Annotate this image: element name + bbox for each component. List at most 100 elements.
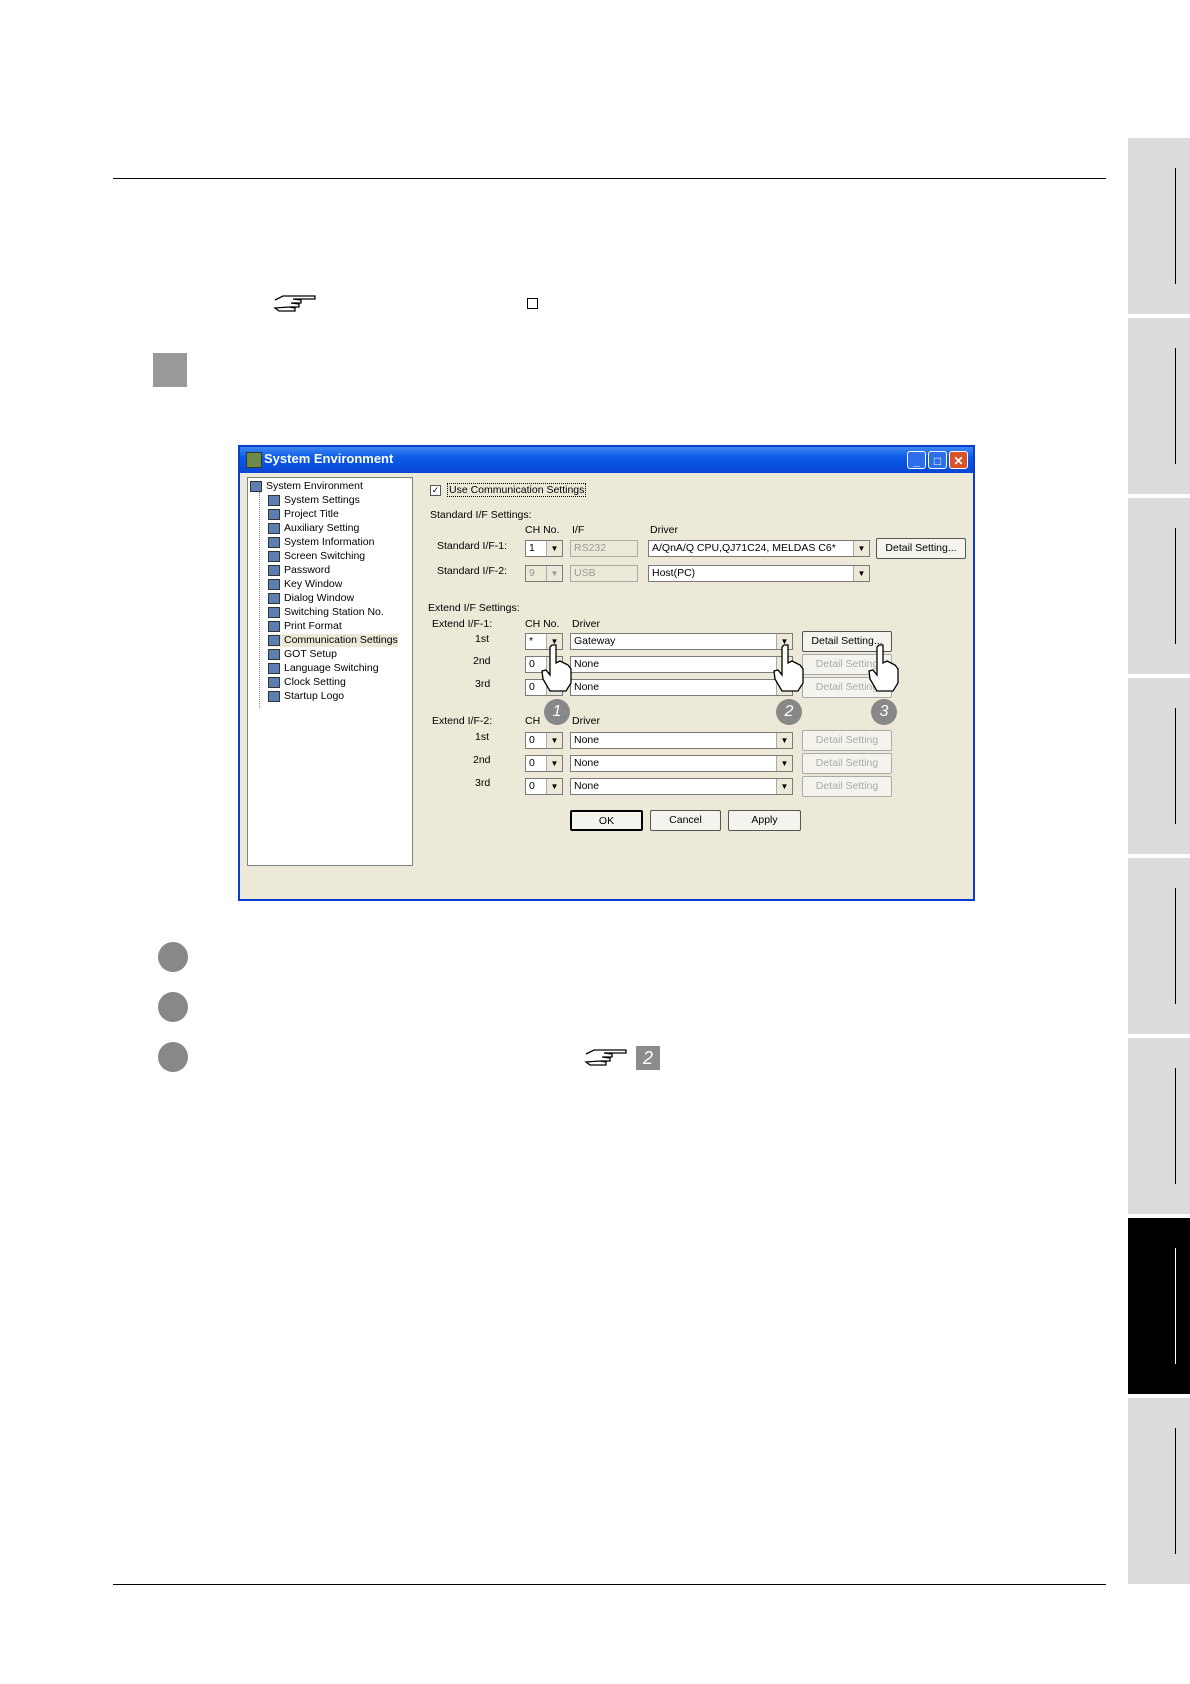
minimize-button[interactable]: _ (907, 451, 926, 469)
tree-item-communication-settings[interactable]: Communication Settings (268, 634, 398, 647)
page-ref-badge[interactable]: 2 (636, 1046, 660, 1070)
ext2-row3-ch-select[interactable]: 0 ▼ (525, 778, 563, 795)
ext2-row1-ch-select[interactable]: 0 ▼ (525, 732, 563, 749)
list-marker-1 (158, 942, 188, 972)
auxiliary-setting-icon (268, 522, 280, 534)
index-tab-2[interactable] (1128, 318, 1190, 494)
index-tab-4[interactable] (1128, 678, 1190, 854)
dropdown-arrow-icon: ▼ (776, 756, 792, 771)
dropdown-arrow-icon: ▼ (776, 779, 792, 794)
step-marker (153, 353, 187, 387)
std1-ch-select[interactable]: 1 ▼ (525, 540, 563, 557)
index-tab-1[interactable] (1128, 138, 1190, 314)
ext2-row2-driver-select[interactable]: None ▼ (570, 755, 793, 772)
dropdown-arrow-icon: ▼ (546, 733, 562, 748)
std1-label: Standard I/F-1: (437, 540, 508, 552)
index-tab-5[interactable] (1128, 858, 1190, 1034)
tree-item-screen-switching[interactable]: Screen Switching (268, 550, 365, 563)
header-rule (113, 178, 1106, 179)
tree-item-auxiliary-setting[interactable]: Auxiliary Setting (268, 522, 359, 535)
clock-icon (268, 676, 280, 688)
ext2-row1-driver-select[interactable]: None ▼ (570, 732, 793, 749)
std1-driver-select[interactable]: A/QnA/Q CPU,QJ71C24, MELDAS C6* ▼ (648, 540, 870, 557)
system-environment-window: System Environment _ □ ✕ System Environm… (238, 445, 975, 901)
tree-item-startup-logo[interactable]: Startup Logo (268, 690, 344, 703)
tree-item-project-title[interactable]: Project Title (268, 508, 339, 521)
ext2-label: Extend I/F-2: (432, 715, 493, 727)
use-comm-checkbox[interactable]: ✓ (430, 485, 441, 496)
ext2-row3-pos: 3rd (475, 777, 491, 789)
std2-ch-select: 9 ▼ (525, 565, 563, 582)
tree-item-system-settings[interactable]: System Settings (268, 494, 360, 507)
ext1-row1-driver-select[interactable]: Gateway ▼ (570, 633, 793, 650)
ext1-col-chno: CH No. (525, 618, 560, 630)
ext2-col-driver: Driver (572, 715, 600, 727)
index-tab-3[interactable] (1128, 498, 1190, 674)
col-if: I/F (572, 524, 585, 536)
ext1-col-driver: Driver (572, 618, 600, 630)
dropdown-arrow-icon: ▼ (776, 733, 792, 748)
dropdown-arrow-icon: ▼ (853, 566, 869, 581)
section-box-icon (527, 298, 538, 309)
info-icon (268, 536, 280, 548)
apply-button[interactable]: Apply (728, 810, 801, 831)
std1-if-field: RS232 (570, 540, 638, 557)
tree-item-dialog-window[interactable]: Dialog Window (268, 592, 354, 605)
tree-item-system-information[interactable]: System Information (268, 536, 374, 549)
ext2-row2-detail-button: Detail Setting (802, 753, 892, 774)
index-tab-6[interactable] (1128, 1038, 1190, 1214)
screen-switching-icon (268, 550, 280, 562)
callout-2: 2 (776, 699, 802, 725)
use-comm-label[interactable]: Use Communication Settings (447, 483, 587, 497)
print-icon (268, 620, 280, 632)
tree-item-clock-setting[interactable]: Clock Setting (268, 676, 346, 689)
app-icon (246, 452, 262, 468)
settings-tree[interactable]: System Environment System Settings Proje… (247, 477, 413, 866)
ext1-row3-pos: 3rd (475, 678, 491, 690)
std2-driver-select[interactable]: Host(PC) ▼ (648, 565, 870, 582)
close-button[interactable]: ✕ (949, 451, 968, 469)
dropdown-arrow-icon: ▼ (546, 541, 562, 556)
extend-heading: Extend I/F Settings: (428, 602, 520, 614)
ext2-row3-driver-select[interactable]: None ▼ (570, 778, 793, 795)
ext1-label: Extend I/F-1: (432, 618, 493, 630)
ext2-col-chno: CH (525, 715, 541, 727)
system-settings-icon (268, 494, 280, 506)
key-window-icon (268, 578, 280, 590)
pointing-hand-icon (273, 295, 316, 312)
maximize-button[interactable]: □ (928, 451, 947, 469)
password-icon (268, 564, 280, 576)
communication-icon (268, 634, 280, 646)
std1-detail-button[interactable]: Detail Setting... (876, 538, 966, 559)
ext2-row2-pos: 2nd (473, 754, 491, 766)
callout-3: 3 (871, 699, 897, 725)
ext1-row2-driver-select[interactable]: None▼ (570, 656, 793, 673)
ext2-row2-ch-select[interactable]: 0 ▼ (525, 755, 563, 772)
tree-item-switching-station[interactable]: Switching Station No. (268, 606, 384, 619)
list-marker-2 (158, 992, 188, 1022)
tree-item-key-window[interactable]: Key Window (268, 578, 342, 591)
pointing-hand-icon (584, 1049, 627, 1066)
dropdown-arrow-icon: ▼ (546, 779, 562, 794)
index-tab-7-active[interactable] (1128, 1218, 1190, 1394)
list-marker-3 (158, 1042, 188, 1072)
dropdown-arrow-icon: ▼ (546, 566, 562, 581)
ext2-row1-pos: 1st (475, 731, 490, 743)
tree-item-print-format[interactable]: Print Format (268, 620, 342, 633)
col-chno: CH No. (525, 524, 560, 536)
ext2-row3-detail-button: Detail Setting (802, 776, 892, 797)
folder-icon (250, 480, 262, 492)
got-setup-icon (268, 648, 280, 660)
station-icon (268, 606, 280, 618)
tree-item-got-setup[interactable]: GOT Setup (268, 648, 337, 661)
tree-item-password[interactable]: Password (268, 564, 330, 577)
ext1-row3-driver-select[interactable]: None▼ (570, 679, 793, 696)
index-tab-8[interactable] (1128, 1398, 1190, 1584)
tree-item-language-switching[interactable]: Language Switching (268, 662, 379, 675)
cancel-button[interactable]: Cancel (650, 810, 721, 831)
std2-label: Standard I/F-2: (437, 565, 508, 577)
hand-cursor-icon (541, 644, 572, 692)
title-bar[interactable]: System Environment _ □ ✕ (240, 447, 973, 473)
tree-root[interactable]: System Environment (250, 480, 363, 492)
ok-button[interactable]: OK (570, 810, 643, 831)
